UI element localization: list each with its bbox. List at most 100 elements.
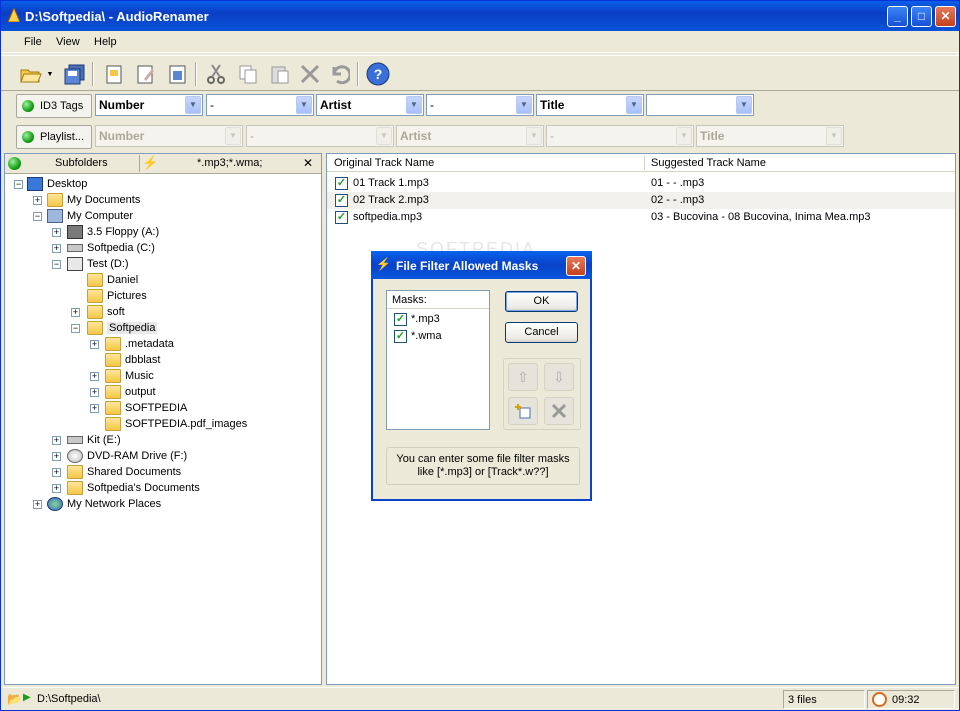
- tree-my-documents[interactable]: My Documents: [47, 192, 140, 208]
- mask-checkbox[interactable]: ✓: [394, 313, 407, 326]
- mask-item[interactable]: *.mp3: [411, 313, 440, 325]
- id3-field-4[interactable]: ▼: [646, 94, 754, 116]
- delete-icon[interactable]: [298, 62, 322, 86]
- expand-icon[interactable]: +: [52, 484, 61, 493]
- tree-my-computer[interactable]: My Computer: [47, 208, 133, 224]
- id3-separator-1[interactable]: - ▼: [206, 94, 314, 116]
- expand-icon[interactable]: +: [52, 244, 61, 253]
- tree-pdf-images[interactable]: SOFTPEDIA.pdf_images: [105, 416, 247, 432]
- tree-shared-documents[interactable]: Shared Documents: [67, 464, 181, 480]
- tree-network-places[interactable]: My Network Places: [47, 496, 161, 512]
- dialog-title-bar[interactable]: ⚡ File Filter Allowed Masks ✕: [371, 251, 592, 279]
- expand-icon[interactable]: +: [90, 340, 99, 349]
- folder-up-icon[interactable]: 📂: [7, 692, 22, 706]
- id3-tags-button[interactable]: ID3 Tags: [16, 94, 92, 118]
- move-up-button[interactable]: ⇧: [508, 363, 538, 391]
- tree-drive-d[interactable]: Test (D:): [67, 256, 129, 272]
- tree-output[interactable]: output: [105, 384, 156, 400]
- tree-drive-c[interactable]: Softpedia (C:): [67, 240, 155, 256]
- tree-music[interactable]: Music: [105, 368, 154, 384]
- col-suggested-name[interactable]: Suggested Track Name: [651, 157, 766, 169]
- menu-help[interactable]: Help: [94, 36, 117, 48]
- id3-field-3[interactable]: Title ▼: [536, 94, 644, 116]
- play-icon[interactable]: ▶: [23, 692, 31, 703]
- save-all-icon[interactable]: [63, 62, 87, 86]
- tree-drive-e[interactable]: Kit (E:): [67, 432, 121, 448]
- expand-icon[interactable]: +: [90, 372, 99, 381]
- tree-desktop[interactable]: Desktop: [27, 176, 87, 192]
- id3-field-2[interactable]: Artist ▼: [316, 94, 424, 116]
- filter-mask-text[interactable]: *.mp3;*.wma;: [197, 157, 262, 169]
- move-down-button[interactable]: ⇩: [544, 363, 574, 391]
- dropdown-arrow-icon[interactable]: ▼: [45, 62, 55, 86]
- row-checkbox[interactable]: ✓: [335, 194, 348, 207]
- expand-icon[interactable]: +: [71, 308, 80, 317]
- collapse-icon[interactable]: −: [33, 212, 42, 221]
- chevron-down-icon[interactable]: ▼: [736, 96, 752, 114]
- tree-drive-f[interactable]: DVD-RAM Drive (F:): [67, 448, 187, 464]
- chevron-down-icon[interactable]: ▼: [406, 96, 422, 114]
- close-filter-icon[interactable]: ✕: [303, 156, 313, 170]
- undo-icon[interactable]: [327, 62, 351, 86]
- expand-icon[interactable]: +: [33, 196, 42, 205]
- collapse-icon[interactable]: −: [52, 260, 61, 269]
- playlist-button[interactable]: Playlist...: [16, 125, 92, 149]
- table-row[interactable]: ✓ softpedia.mp3 03 - Bucovina - 08 Bucov…: [327, 209, 955, 226]
- chevron-down-icon[interactable]: ▼: [626, 96, 642, 114]
- expand-icon[interactable]: +: [52, 436, 61, 445]
- expand-icon[interactable]: +: [52, 228, 61, 237]
- open-folder-icon[interactable]: [19, 62, 43, 86]
- filter-icon[interactable]: ⚡: [142, 155, 158, 171]
- id3-separator-2[interactable]: - ▼: [426, 94, 534, 116]
- tree-soft[interactable]: soft: [87, 304, 125, 320]
- dialog-close-button[interactable]: ✕: [566, 256, 586, 276]
- tab-subfolders[interactable]: Subfolders: [55, 157, 108, 169]
- chevron-down-icon[interactable]: ▼: [296, 96, 312, 114]
- cancel-button[interactable]: Cancel: [505, 322, 578, 343]
- title-bar[interactable]: D:\Softpedia\ - AudioRenamer _ □ ✕: [1, 1, 959, 31]
- edit-name-icon[interactable]: [133, 62, 157, 86]
- mask-checkbox[interactable]: ✓: [394, 330, 407, 343]
- chevron-down-icon[interactable]: ▼: [185, 96, 201, 114]
- tree-floppy[interactable]: 3.5 Floppy (A:): [67, 224, 159, 240]
- expand-icon[interactable]: +: [52, 468, 61, 477]
- copy-icon[interactable]: [236, 62, 260, 86]
- masks-list[interactable]: Masks: ✓ *.mp3 ✓ *.wma: [386, 290, 490, 430]
- tree-softpedias-documents[interactable]: Softpedia's Documents: [67, 480, 200, 496]
- expand-icon[interactable]: +: [52, 452, 61, 461]
- remove-mask-button[interactable]: [544, 397, 574, 425]
- col-original-name[interactable]: Original Track Name: [334, 157, 434, 169]
- chevron-down-icon[interactable]: ▼: [516, 96, 532, 114]
- mask-item[interactable]: *.wma: [411, 330, 442, 342]
- add-mask-button[interactable]: [508, 397, 538, 425]
- column-divider[interactable]: [644, 156, 645, 170]
- ok-button[interactable]: OK: [505, 291, 578, 312]
- tree-metadata[interactable]: .metadata: [105, 336, 174, 352]
- tree-softpedia-upper[interactable]: SOFTPEDIA: [105, 400, 187, 416]
- table-row[interactable]: ✓ 01 Track 1.mp3 01 - - .mp3: [327, 175, 955, 192]
- help-icon[interactable]: ?: [366, 62, 390, 86]
- close-button[interactable]: ✕: [935, 6, 956, 27]
- tree-softpedia[interactable]: Softpedia: [87, 320, 158, 336]
- menu-file[interactable]: File: [24, 36, 42, 48]
- row-checkbox[interactable]: ✓: [335, 211, 348, 224]
- tree-daniel[interactable]: Daniel: [87, 272, 138, 288]
- copy-name-icon[interactable]: [101, 62, 125, 86]
- menu-view[interactable]: View: [56, 36, 80, 48]
- tree-pictures[interactable]: Pictures: [87, 288, 147, 304]
- row-checkbox[interactable]: ✓: [335, 177, 348, 190]
- cut-icon[interactable]: [204, 62, 228, 86]
- minimize-button[interactable]: _: [887, 6, 908, 27]
- collapse-icon[interactable]: −: [14, 180, 23, 189]
- expand-icon[interactable]: +: [90, 388, 99, 397]
- expand-icon[interactable]: +: [90, 404, 99, 413]
- id3-field-1[interactable]: Number ▼: [95, 94, 203, 116]
- playlist-field-3-value: Title: [700, 129, 725, 143]
- save-icon[interactable]: [165, 62, 189, 86]
- collapse-icon[interactable]: −: [71, 324, 80, 333]
- paste-icon[interactable]: [268, 62, 292, 86]
- tree-dbblast[interactable]: dbblast: [105, 352, 160, 368]
- maximize-button[interactable]: □: [911, 6, 932, 27]
- table-row[interactable]: ✓ 02 Track 2.mp3 02 - - .mp3: [327, 192, 955, 209]
- expand-icon[interactable]: +: [33, 500, 42, 509]
